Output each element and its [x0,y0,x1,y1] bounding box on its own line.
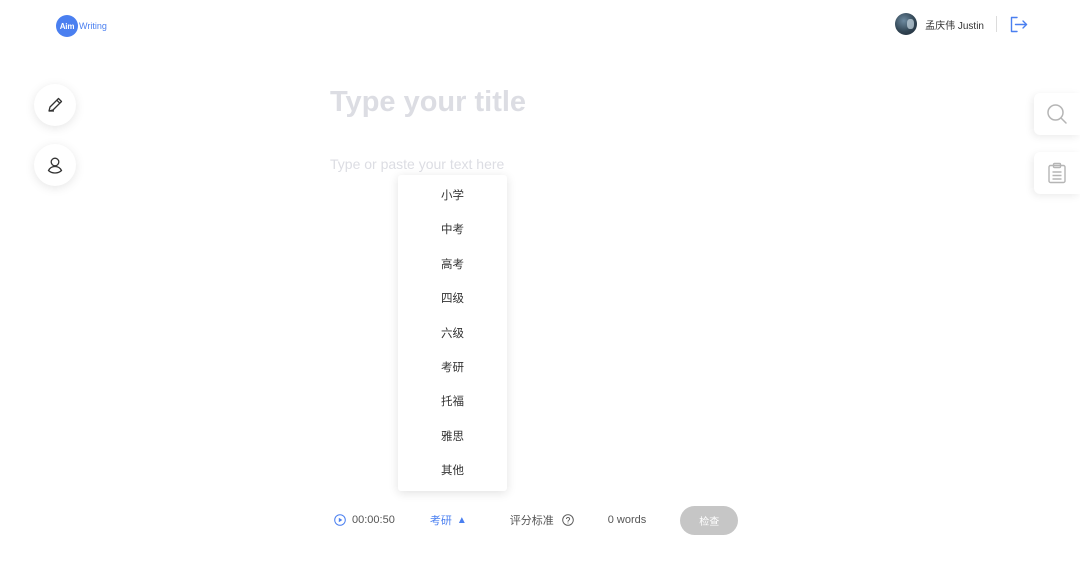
dropdown-option-primary-school[interactable]: 小学 [398,179,507,213]
dropdown-option-cet6[interactable]: 六级 [398,317,507,351]
play-circle-icon [334,514,346,526]
pencil-icon [46,96,64,114]
dropdown-option-other[interactable]: 其他 [398,454,507,488]
level-select[interactable]: 考研 ▲ [430,512,467,528]
logo[interactable]: Aim Writing [56,15,107,37]
dropdown-option-zhongkao[interactable]: 中考 [398,213,507,247]
question-circle-icon[interactable] [561,514,574,526]
search-icon [1046,103,1068,125]
profile-tool-button[interactable] [34,144,76,186]
header-divider [996,16,997,32]
dropdown-option-kaoyan[interactable]: 考研 [398,351,507,385]
user-name[interactable]: 孟庆伟 Justin [925,17,984,32]
search-tool-button[interactable] [1034,93,1080,135]
logo-mark: Aim [56,15,78,37]
person-icon [46,156,64,174]
timer-value: 00:00:50 [352,514,395,526]
check-button[interactable]: 检查 [680,505,739,535]
logout-icon[interactable] [1008,14,1028,34]
title-input[interactable] [330,86,850,119]
dropdown-option-toefl[interactable]: 托福 [398,385,507,419]
edit-tool-button[interactable] [34,84,76,126]
avatar[interactable] [895,13,918,35]
dropdown-option-gaokao[interactable]: 高考 [398,248,507,282]
logo-text: Writing [79,21,107,31]
timer[interactable]: 00:00:50 [334,514,395,526]
scoring-standard-label: 评分标准 [509,515,554,527]
scoring-standard[interactable]: 评分标准 [510,512,574,528]
bottom-toolbar: 00:00:50 考研 ▲ 评分标准 0 words 检查 [334,505,739,535]
dropdown-option-cet4[interactable]: 四级 [398,282,507,316]
user-area: 孟庆伟 Justin [895,13,1028,35]
clipboard-tool-button[interactable] [1034,152,1080,194]
dropdown-option-ielts[interactable]: 雅思 [398,420,507,454]
word-count: 0 words [607,514,647,526]
triangle-up-icon: ▲ [456,514,467,526]
clipboard-icon [1047,162,1067,184]
level-dropdown-menu: 小学 中考 高考 四级 六级 考研 托福 雅思 其他 [398,175,507,491]
level-select-value: 考研 [429,515,452,527]
